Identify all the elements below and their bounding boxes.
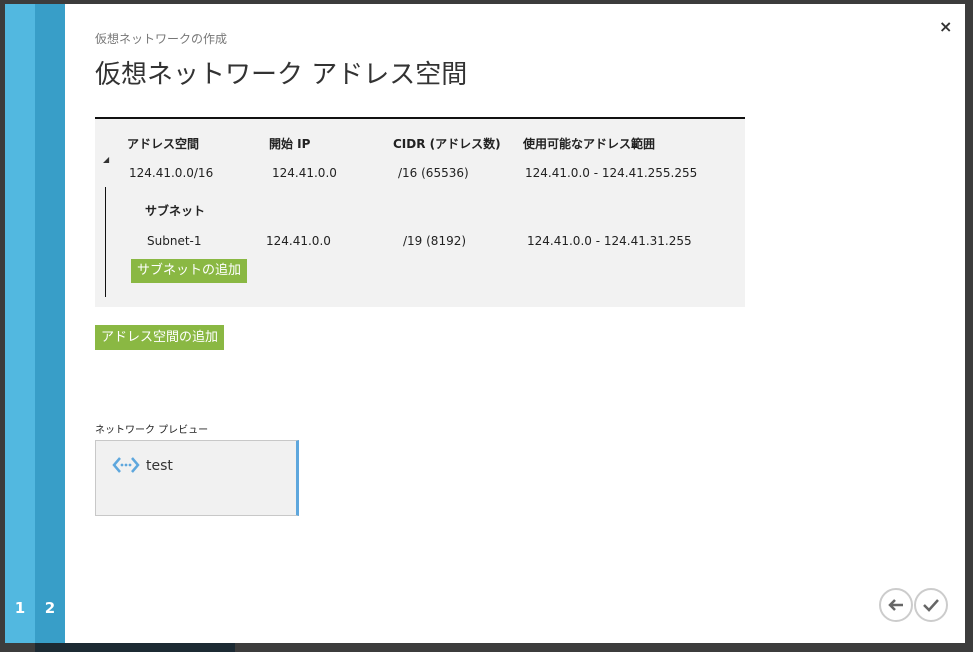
step-number: 2 — [44, 599, 56, 617]
address-space-value[interactable]: 124.41.0.0/16 — [129, 166, 213, 180]
step-1[interactable]: 1 — [5, 4, 35, 643]
step-number: 1 — [14, 599, 26, 617]
header-start-ip: 開始 IP — [269, 137, 311, 151]
checkmark-icon — [923, 599, 939, 612]
header-cidr: CIDR (アドレス数) — [393, 137, 501, 151]
create-vnet-dialog: 1 2 × 仮想ネットワークの作成 仮想ネットワーク アドレス空間 アドレス空間… — [5, 4, 965, 643]
dialog-subtitle: 仮想ネットワークの作成 — [95, 32, 228, 46]
network-preview-card: test — [95, 440, 299, 516]
address-space-table: アドレス空間 開始 IP CIDR (アドレス数) 使用可能なアドレス範囲 ◢ … — [95, 117, 745, 307]
add-address-space-button[interactable]: アドレス空間の追加 — [95, 325, 225, 350]
network-name: test — [146, 458, 173, 474]
range-value: 124.41.0.0 - 124.41.255.255 — [525, 166, 698, 180]
subnet-range: 124.41.0.0 - 124.41.31.255 — [527, 234, 692, 248]
start-ip-value[interactable]: 124.41.0.0 — [272, 166, 337, 180]
collapse-triangle-icon[interactable]: ◢ — [103, 155, 109, 164]
header-address-space: アドレス空間 — [127, 137, 200, 151]
subnet-divider — [105, 187, 106, 297]
cidr-value[interactable]: /16 (65536) — [398, 166, 469, 180]
subnet-name[interactable]: Subnet-1 — [147, 234, 202, 248]
subnet-start-ip[interactable]: 124.41.0.0 — [266, 234, 331, 248]
background-taskbar — [35, 643, 235, 652]
header-range: 使用可能なアドレス範囲 — [523, 137, 656, 151]
arrow-left-icon — [888, 599, 903, 611]
network-preview-label: ネットワーク プレビュー — [95, 425, 209, 436]
close-icon[interactable]: × — [939, 17, 952, 36]
back-button[interactable] — [879, 588, 913, 622]
virtual-network-icon — [112, 457, 140, 473]
step-2[interactable]: 2 — [35, 4, 65, 643]
add-subnet-button[interactable]: サブネットの追加 — [131, 259, 248, 283]
page-title: 仮想ネットワーク アドレス空間 — [95, 60, 468, 90]
subnet-header: サブネット — [145, 204, 206, 218]
subnet-cidr[interactable]: /19 (8192) — [403, 234, 466, 248]
complete-button[interactable] — [914, 588, 948, 622]
